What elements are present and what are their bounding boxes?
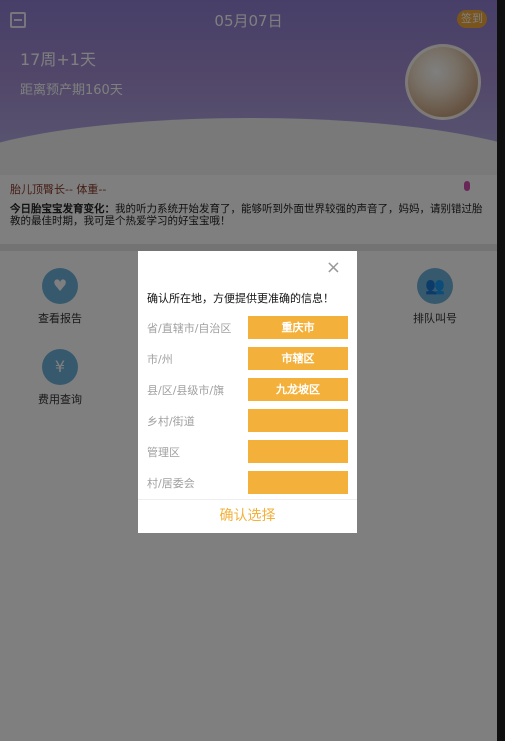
village-select[interactable] (248, 471, 348, 494)
county-row: 县/区/县级市/旗 九龙坡区 (147, 378, 348, 401)
county-select[interactable]: 九龙坡区 (248, 378, 348, 401)
county-label: 县/区/县级市/旗 (147, 384, 225, 397)
province-label: 省/直辖市/自治区 (147, 322, 232, 335)
dialog-title: 确认所在地，方便提供更准确的信息！ (147, 292, 334, 305)
town-select[interactable] (248, 409, 348, 432)
town-label: 乡村/街道 (147, 415, 195, 428)
close-icon[interactable]: × (326, 259, 341, 277)
city-select[interactable]: 市辖区 (248, 347, 348, 370)
town-row: 乡村/街道 (147, 409, 348, 432)
location-dialog: × 确认所在地，方便提供更准确的信息！ 省/直辖市/自治区 重庆市 市/州 市辖… (138, 251, 357, 533)
management-area-select[interactable] (248, 440, 348, 463)
village-label: 村/居委会 (147, 477, 195, 490)
city-row: 市/州 市辖区 (147, 347, 348, 370)
village-row: 村/居委会 (147, 471, 348, 494)
city-label: 市/州 (147, 353, 173, 366)
province-select[interactable]: 重庆市 (248, 316, 348, 339)
management-area-row: 管理区 (147, 440, 348, 463)
province-row: 省/直辖市/自治区 重庆市 (147, 316, 348, 339)
management-area-label: 管理区 (147, 446, 180, 459)
confirm-button[interactable]: 确认选择 (138, 499, 357, 533)
